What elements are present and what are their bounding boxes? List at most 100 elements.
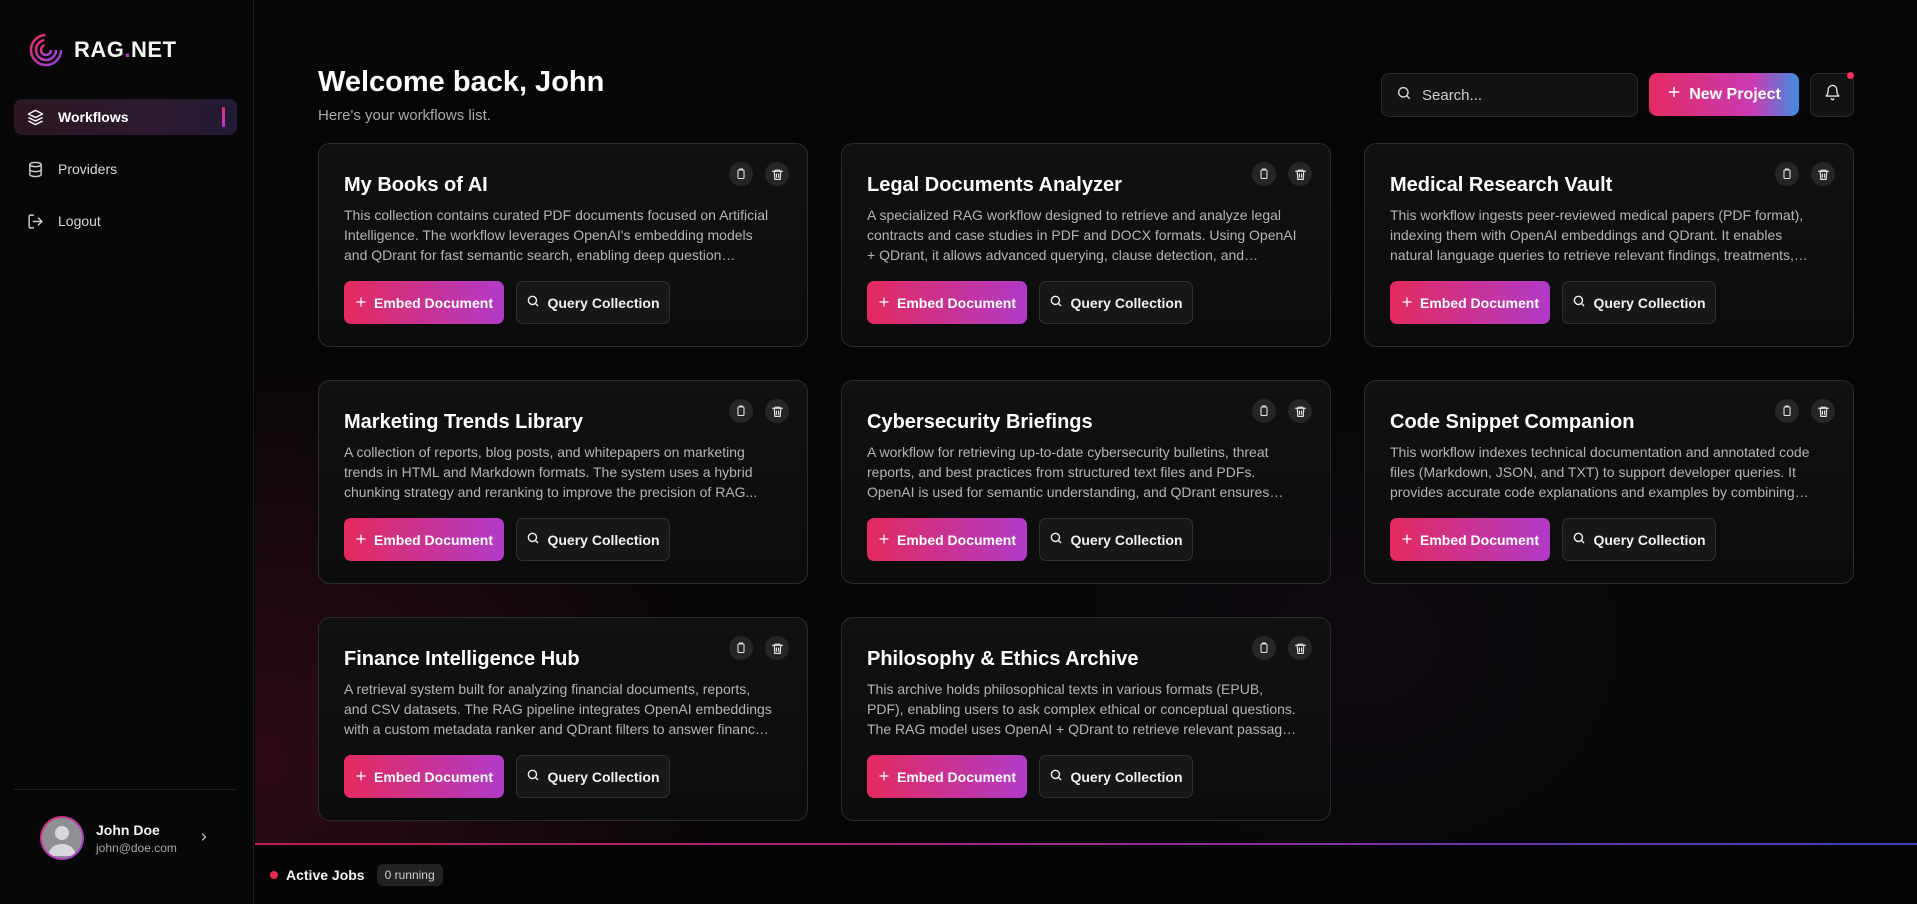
workflow-description: A workflow for retrieving up-to-date cyb… bbox=[867, 444, 1270, 500]
embed-label: Embed Document bbox=[1419, 294, 1539, 311]
trash-icon[interactable] bbox=[765, 636, 789, 660]
search-icon bbox=[1572, 531, 1586, 548]
query-label: Query Collection bbox=[547, 768, 660, 785]
query-label: Query Collection bbox=[547, 531, 660, 548]
plus-icon bbox=[878, 769, 890, 785]
search-box[interactable] bbox=[1381, 73, 1638, 117]
embed-label: Embed Document bbox=[1419, 531, 1539, 548]
copy-icon[interactable] bbox=[729, 636, 753, 660]
embed-document-button[interactable]: Embed Document bbox=[1390, 281, 1550, 324]
brand-name: RAG.NET bbox=[74, 37, 177, 62]
embed-label: Embed Document bbox=[896, 531, 1016, 548]
workflow-card[interactable]: My Books of AI This collection contains … bbox=[318, 143, 808, 347]
workflow-card[interactable]: Code Snippet Companion This workflow ind… bbox=[1364, 380, 1854, 584]
active-jobs-label: Active Jobs bbox=[286, 867, 365, 883]
query-collection-button[interactable]: Query Collection bbox=[1039, 518, 1193, 561]
brand-logo[interactable]: RAG.NET bbox=[28, 32, 177, 68]
sidebar-item-workflows[interactable]: Workflows bbox=[14, 99, 237, 135]
avatar bbox=[40, 816, 84, 860]
query-collection-button[interactable]: Query Collection bbox=[1562, 518, 1716, 561]
main-content: Welcome back, John Here's your workflows… bbox=[255, 0, 1917, 843]
workflow-card[interactable]: Marketing Trends Library A collection of… bbox=[318, 380, 808, 584]
database-icon bbox=[26, 160, 44, 178]
trash-icon[interactable] bbox=[1288, 162, 1312, 186]
query-label: Query Collection bbox=[1070, 294, 1183, 311]
workflow-card[interactable]: Medical Research Vault This workflow ing… bbox=[1364, 143, 1854, 347]
new-project-button[interactable]: New Project bbox=[1649, 73, 1799, 116]
embed-label: Embed Document bbox=[896, 294, 1016, 311]
search-icon bbox=[526, 531, 540, 548]
query-label: Query Collection bbox=[1593, 531, 1706, 548]
workflow-description: This archive holds philosophical texts i… bbox=[867, 681, 1297, 737]
copy-icon[interactable] bbox=[729, 399, 753, 423]
sidebar-item-providers[interactable]: Providers bbox=[14, 151, 237, 187]
copy-icon[interactable] bbox=[1775, 162, 1799, 186]
copy-icon[interactable] bbox=[1252, 399, 1276, 423]
embed-document-button[interactable]: Embed Document bbox=[867, 518, 1027, 561]
copy-icon[interactable] bbox=[1252, 636, 1276, 660]
trash-icon[interactable] bbox=[765, 399, 789, 423]
page-subtitle: Here's your workflows list. bbox=[318, 107, 491, 124]
workflow-description: A retrieval system built for analyzing f… bbox=[344, 681, 772, 737]
sidebar-nav: Workflows Providers Logout bbox=[14, 99, 237, 255]
workflow-card[interactable]: Philosophy & Ethics Archive This archive… bbox=[841, 617, 1331, 821]
workflow-title: Cybersecurity Briefings bbox=[867, 411, 1093, 433]
workflow-title: Legal Documents Analyzer bbox=[867, 174, 1122, 196]
search-icon bbox=[1396, 85, 1412, 106]
query-collection-button[interactable]: Query Collection bbox=[516, 518, 670, 561]
query-collection-button[interactable]: Query Collection bbox=[516, 755, 670, 798]
layers-icon bbox=[26, 108, 44, 126]
active-indicator bbox=[222, 107, 225, 127]
plus-icon bbox=[878, 295, 890, 311]
notifications-button[interactable] bbox=[1810, 72, 1854, 117]
embed-document-button[interactable]: Embed Document bbox=[867, 755, 1027, 798]
query-collection-button[interactable]: Query Collection bbox=[1562, 281, 1716, 324]
workflow-title: My Books of AI bbox=[344, 174, 488, 196]
new-project-label: New Project bbox=[1689, 85, 1781, 103]
copy-icon[interactable] bbox=[729, 162, 753, 186]
query-collection-button[interactable]: Query Collection bbox=[516, 281, 670, 324]
active-jobs[interactable]: Active Jobs 0 running bbox=[270, 864, 443, 886]
search-input[interactable] bbox=[1422, 86, 1622, 104]
workflow-card[interactable]: Legal Documents Analyzer A specialized R… bbox=[841, 143, 1331, 347]
sidebar-item-logout[interactable]: Logout bbox=[14, 203, 237, 239]
plus-icon bbox=[878, 532, 890, 548]
query-collection-button[interactable]: Query Collection bbox=[1039, 755, 1193, 798]
trash-icon[interactable] bbox=[1811, 399, 1835, 423]
embed-document-button[interactable]: Embed Document bbox=[344, 281, 504, 324]
trash-icon[interactable] bbox=[1811, 162, 1835, 186]
chevron-right-icon[interactable] bbox=[198, 830, 210, 846]
workflow-card[interactable]: Cybersecurity Briefings A workflow for r… bbox=[841, 380, 1331, 584]
embed-label: Embed Document bbox=[373, 768, 493, 785]
logo-swirl-icon bbox=[29, 33, 63, 67]
sidebar: RAG.NET Workflows Providers Logout John … bbox=[0, 0, 254, 904]
user-name: John Doe bbox=[96, 821, 160, 838]
trash-icon[interactable] bbox=[765, 162, 789, 186]
embed-document-button[interactable]: Embed Document bbox=[344, 518, 504, 561]
workflow-title: Philosophy & Ethics Archive bbox=[867, 648, 1139, 670]
trash-icon[interactable] bbox=[1288, 636, 1312, 660]
copy-icon[interactable] bbox=[1775, 399, 1799, 423]
embed-document-button[interactable]: Embed Document bbox=[344, 755, 504, 798]
embed-document-button[interactable]: Embed Document bbox=[1390, 518, 1550, 561]
query-collection-button[interactable]: Query Collection bbox=[1039, 281, 1193, 324]
workflow-description: A specialized RAG workflow designed to r… bbox=[867, 207, 1297, 263]
copy-icon[interactable] bbox=[1252, 162, 1276, 186]
workflow-card[interactable]: Finance Intelligence Hub A retrieval sys… bbox=[318, 617, 808, 821]
embed-label: Embed Document bbox=[896, 768, 1016, 785]
embed-label: Embed Document bbox=[373, 531, 493, 548]
trash-icon[interactable] bbox=[1288, 399, 1312, 423]
workflow-description: A collection of reports, blog posts, and… bbox=[344, 444, 758, 500]
plus-icon bbox=[1401, 295, 1413, 311]
user-email: john@doe.com bbox=[96, 840, 177, 855]
workflow-title: Marketing Trends Library bbox=[344, 411, 583, 433]
workflow-title: Code Snippet Companion bbox=[1390, 411, 1635, 433]
workflow-description: This workflow indexes technical document… bbox=[1390, 444, 1810, 500]
user-profile[interactable]: John Doe john@doe.com bbox=[40, 816, 210, 860]
page-title: Welcome back, John bbox=[318, 66, 605, 98]
search-icon bbox=[1049, 768, 1063, 785]
embed-document-button[interactable]: Embed Document bbox=[867, 281, 1027, 324]
user-silhouette-icon bbox=[48, 826, 76, 856]
query-label: Query Collection bbox=[1070, 531, 1183, 548]
search-icon bbox=[1572, 294, 1586, 311]
